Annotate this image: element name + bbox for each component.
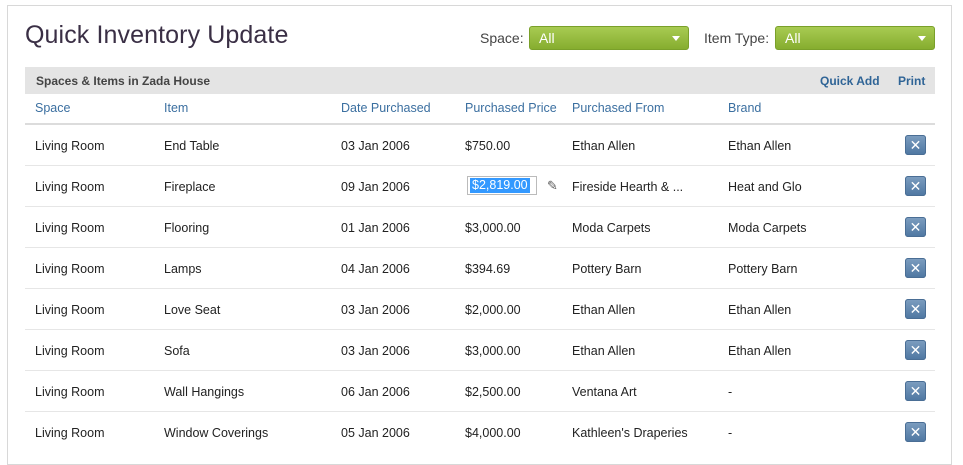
- cell-space: Living Room: [35, 344, 105, 358]
- item-type-filter-label: Item Type:: [704, 30, 770, 46]
- cell-from: Pottery Barn: [572, 262, 642, 276]
- table-row: Living Room Fireplace 09 Jan 2006 $2,819…: [25, 166, 935, 207]
- cell-from: Moda Carpets: [572, 221, 651, 235]
- delete-button[interactable]: ✕: [905, 422, 926, 442]
- price-edit-input[interactable]: $2,819.00: [467, 176, 537, 195]
- space-select-value: All: [539, 30, 555, 46]
- cell-brand: Moda Carpets: [728, 221, 807, 235]
- column-header-item[interactable]: Item: [164, 101, 188, 115]
- cell-space: Living Room: [35, 262, 105, 276]
- cell-brand: -: [728, 426, 733, 440]
- column-header-space[interactable]: Space: [35, 101, 70, 115]
- cell-brand: Ethan Allen: [728, 303, 792, 317]
- cell-brand: Pottery Barn: [728, 262, 798, 276]
- column-header-brand[interactable]: Brand: [728, 101, 761, 115]
- item-type-select-value: All: [785, 30, 801, 46]
- close-icon: ✕: [909, 178, 922, 194]
- cell-item: Flooring: [164, 221, 210, 235]
- column-header-purchased-price[interactable]: Purchased Price: [465, 101, 557, 115]
- cell-from: Ethan Allen: [572, 139, 636, 153]
- section-header: Spaces & Items in Zada House Quick Add P…: [25, 67, 935, 94]
- delete-button[interactable]: ✕: [905, 135, 926, 155]
- cell-price[interactable]: $3,000.00: [465, 221, 521, 235]
- pencil-icon[interactable]: ✎: [547, 178, 558, 194]
- cell-date: 05 Jan 2006: [341, 426, 410, 440]
- cell-price[interactable]: $2,000.00: [465, 303, 521, 317]
- table-row: Living Room Wall Hangings 06 Jan 2006 $2…: [25, 371, 935, 412]
- cell-price[interactable]: $750.00: [465, 139, 510, 153]
- cell-from: Ethan Allen: [572, 344, 636, 358]
- cell-date: 04 Jan 2006: [341, 262, 410, 276]
- close-icon: ✕: [909, 137, 922, 153]
- column-header-date-purchased[interactable]: Date Purchased: [341, 101, 431, 115]
- cell-item: Love Seat: [164, 303, 221, 317]
- cell-space: Living Room: [35, 180, 105, 194]
- delete-button[interactable]: ✕: [905, 381, 926, 401]
- delete-button[interactable]: ✕: [905, 299, 926, 319]
- close-icon: ✕: [909, 383, 922, 399]
- cell-space: Living Room: [35, 385, 105, 399]
- cell-item: Lamps: [164, 262, 202, 276]
- cell-item: End Table: [164, 139, 220, 153]
- delete-button[interactable]: ✕: [905, 340, 926, 360]
- cell-date: 03 Jan 2006: [341, 139, 410, 153]
- table-row: Living Room Window Coverings 05 Jan 2006…: [25, 412, 935, 453]
- close-icon: ✕: [909, 301, 922, 317]
- quick-add-link[interactable]: Quick Add: [820, 74, 880, 88]
- section-title: Spaces & Items in Zada House: [36, 74, 211, 88]
- chevron-down-icon: [672, 36, 680, 41]
- cell-price[interactable]: $2,500.00: [465, 385, 521, 399]
- close-icon: ✕: [909, 342, 922, 358]
- cell-brand: -: [728, 385, 733, 399]
- cell-brand: Heat and Glo: [728, 180, 802, 194]
- cell-from: Fireside Hearth & ...: [572, 180, 684, 194]
- cell-date: 06 Jan 2006: [341, 385, 410, 399]
- cell-brand: Ethan Allen: [728, 344, 792, 358]
- cell-date: 01 Jan 2006: [341, 221, 410, 235]
- cell-space: Living Room: [35, 221, 105, 235]
- close-icon: ✕: [909, 219, 922, 235]
- table-row: Living Room Love Seat 03 Jan 2006 $2,000…: [25, 289, 935, 330]
- print-link[interactable]: Print: [898, 74, 925, 88]
- delete-button[interactable]: ✕: [905, 217, 926, 237]
- cell-item: Window Coverings: [164, 426, 269, 440]
- delete-button[interactable]: ✕: [905, 176, 926, 196]
- page-title: Quick Inventory Update: [25, 21, 289, 49]
- cell-item: Wall Hangings: [164, 385, 245, 399]
- cell-item: Fireplace: [164, 180, 216, 194]
- cell-from: Ventana Art: [572, 385, 637, 399]
- item-type-select[interactable]: All: [775, 26, 935, 50]
- cell-date: 03 Jan 2006: [341, 303, 410, 317]
- column-header-purchased-from[interactable]: Purchased From: [572, 101, 664, 115]
- close-icon: ✕: [909, 260, 922, 276]
- price-edit-selected-text: $2,819.00: [470, 178, 530, 193]
- cell-date: 03 Jan 2006: [341, 344, 410, 358]
- delete-button[interactable]: ✕: [905, 258, 926, 278]
- table-row: Living Room Sofa 03 Jan 2006 $3,000.00 E…: [25, 330, 935, 371]
- cell-date: 09 Jan 2006: [341, 180, 410, 194]
- space-filter-label: Space:: [480, 30, 524, 46]
- chevron-down-icon: [918, 36, 926, 41]
- cell-from: Kathleen's Draperies: [572, 426, 688, 440]
- cell-price[interactable]: $4,000.00: [465, 426, 521, 440]
- cell-item: Sofa: [164, 344, 190, 358]
- cell-brand: Ethan Allen: [728, 139, 792, 153]
- table-row: Living Room End Table 03 Jan 2006 $750.0…: [25, 125, 935, 166]
- cell-space: Living Room: [35, 139, 105, 153]
- cell-price[interactable]: $3,000.00: [465, 344, 521, 358]
- cell-space: Living Room: [35, 303, 105, 317]
- close-icon: ✕: [909, 424, 922, 440]
- table-row: Living Room Lamps 04 Jan 2006 $394.69 Po…: [25, 248, 935, 289]
- cell-price[interactable]: $394.69: [465, 262, 510, 276]
- table-row: Living Room Flooring 01 Jan 2006 $3,000.…: [25, 207, 935, 248]
- cell-space: Living Room: [35, 426, 105, 440]
- cell-from: Ethan Allen: [572, 303, 636, 317]
- space-select[interactable]: All: [529, 26, 689, 50]
